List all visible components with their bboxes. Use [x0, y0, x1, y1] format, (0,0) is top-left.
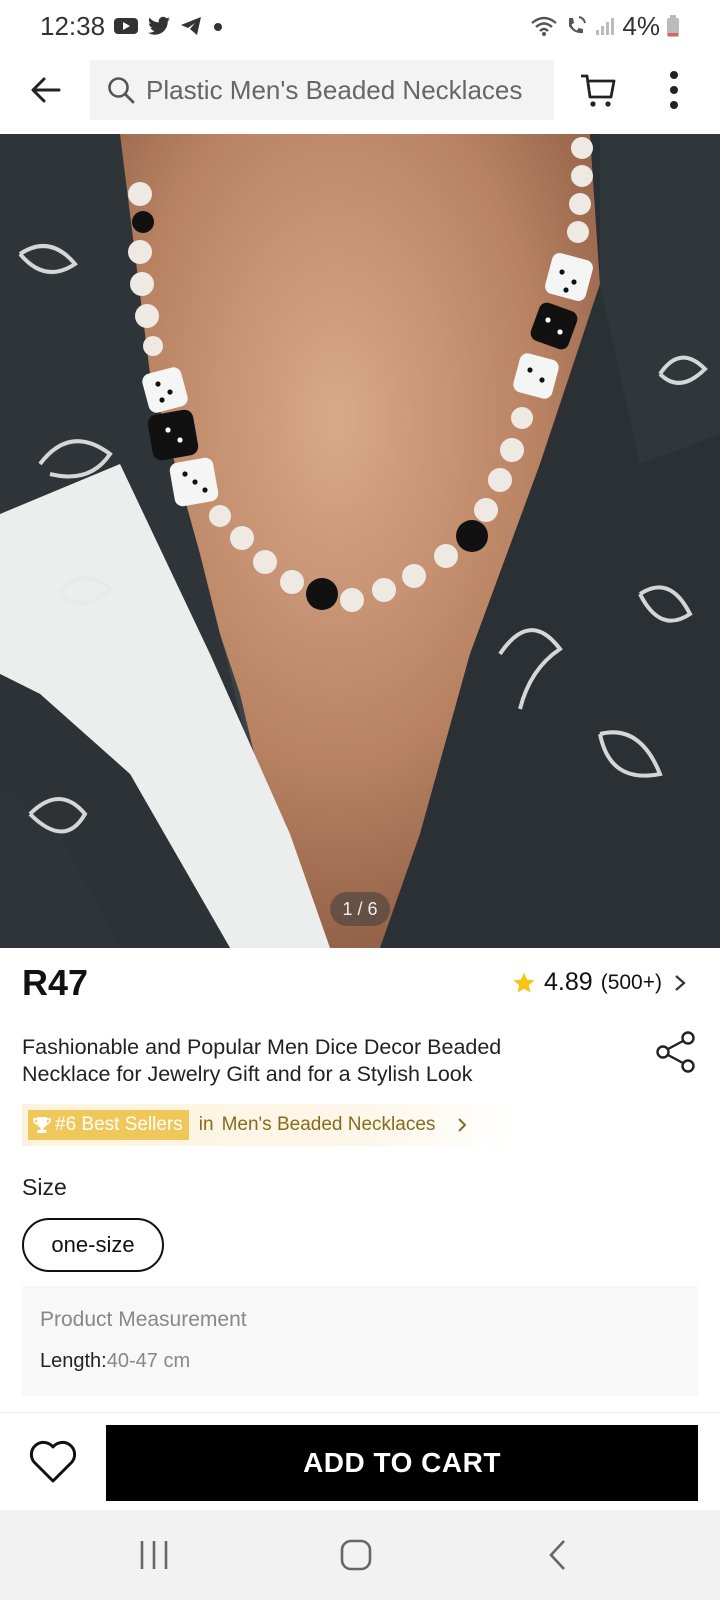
twitter-icon [147, 16, 171, 36]
best-seller-rank[interactable]: #6 Best Sellers in Men's Beaded Necklace… [22, 1104, 512, 1146]
product-measurement: Product Measurement Length:40-47 cm [22, 1286, 698, 1396]
youtube-icon [113, 16, 139, 36]
rank-badge-text: #6 Best Sellers [55, 1114, 183, 1135]
wishlist-button[interactable] [26, 1437, 80, 1487]
back-chevron-icon [549, 1540, 565, 1570]
battery-level: 4% [622, 10, 660, 41]
star-icon [513, 972, 535, 993]
top-bar: Plastic Men's Beaded Necklaces [0, 58, 720, 122]
measurement-title: Product Measurement [40, 1308, 247, 1331]
wifi-icon [530, 15, 558, 37]
recent-apps-button[interactable] [124, 1532, 184, 1578]
rating-score: 4.89 [544, 968, 593, 996]
rating-summary[interactable]: 4.89 (500+) [512, 968, 690, 997]
search-icon [108, 77, 135, 104]
system-nav-bar [0, 1510, 720, 1600]
battery-icon [666, 14, 680, 38]
home-button[interactable] [326, 1532, 386, 1578]
back-button[interactable] [22, 66, 70, 114]
cart-button[interactable] [572, 64, 624, 116]
size-option-one-size[interactable]: one-size [22, 1218, 164, 1272]
rank-badge: #6 Best Sellers [28, 1110, 189, 1140]
wifi-call-icon [564, 15, 588, 37]
add-to-cart-button[interactable]: ADD TO CART [106, 1425, 698, 1501]
share-icon [656, 1031, 695, 1073]
trophy-icon [33, 1117, 51, 1133]
product-image[interactable] [0, 134, 720, 948]
chevron-right-icon [455, 1115, 469, 1135]
status-time: 12:38 [40, 10, 106, 41]
recent-apps-icon [140, 1541, 168, 1569]
bottom-action-bar: ADD TO CART [0, 1412, 720, 1508]
chevron-right-icon [675, 974, 686, 991]
more-options-button[interactable] [650, 64, 698, 116]
image-counter: 1 / 6 [330, 892, 390, 926]
back-arrow-icon [31, 77, 61, 103]
review-count: (500+) [600, 970, 662, 994]
rank-in-text: in [198, 1114, 214, 1135]
measurement-row: Length:40-47 cm [40, 1350, 680, 1373]
size-label: Size [22, 1174, 67, 1200]
search-query-text: Plastic Men's Beaded Necklaces [146, 74, 523, 105]
search-input[interactable]: Plastic Men's Beaded Necklaces [90, 60, 554, 120]
measurement-value: 40-47 cm [106, 1350, 191, 1372]
status-left: 12:38 [40, 11, 225, 42]
telegram-icon [179, 16, 203, 36]
status-bar: 12:38 4% [0, 0, 720, 52]
home-icon [340, 1539, 372, 1571]
share-button[interactable] [654, 1030, 698, 1074]
cart-icon [581, 74, 616, 107]
more-vertical-icon [670, 71, 678, 109]
product-title: Fashionable and Popular Men Dice Decor B… [22, 1035, 502, 1086]
dot-icon [211, 16, 225, 36]
signal-icon [594, 15, 616, 37]
system-back-button[interactable] [528, 1532, 588, 1578]
product-price: R47 [22, 962, 89, 1003]
heart-icon [29, 1440, 77, 1483]
status-right: 4% [530, 11, 680, 42]
rank-category: Men's Beaded Necklaces [221, 1114, 436, 1135]
measurement-key: Length: [40, 1350, 107, 1372]
